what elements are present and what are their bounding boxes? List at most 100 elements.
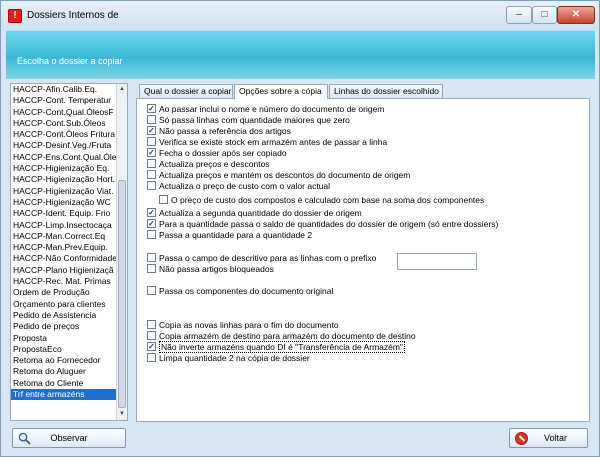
pass-description-prefix-checkbox[interactable]: Passa o campo de descritivo para as linh… bbox=[147, 253, 376, 264]
option-label: Actualiza o preço de custo com o valor a… bbox=[159, 181, 331, 191]
option-label: Não passa a referência dos artigos bbox=[159, 126, 291, 136]
list-scrollbar[interactable]: ▲ ▼ bbox=[116, 84, 127, 420]
list-item[interactable]: Retoma do Cliente bbox=[11, 378, 127, 389]
list-item[interactable]: HACCP-Higienização WC bbox=[11, 197, 127, 208]
list-item[interactable]: Proposta bbox=[11, 333, 127, 344]
list-item[interactable]: HACCP-Cont.Óleos Fritura bbox=[11, 129, 127, 140]
option-label: Passa a quantidade para a quantidade 2 bbox=[159, 230, 313, 240]
checkbox-box[interactable] bbox=[147, 159, 156, 169]
list-item[interactable]: Ordem de Produção bbox=[11, 287, 127, 298]
list-item[interactable]: HACCP-Cont.Qual.ÓleosF bbox=[11, 107, 127, 118]
option-label: O preço de custo dos compostos é calcula… bbox=[171, 195, 485, 205]
magnifier-icon bbox=[18, 432, 31, 445]
checkbox-box[interactable] bbox=[147, 264, 156, 274]
update-second-qty-checkbox[interactable]: ✓ Actualiza a segunda quantidade do dossi… bbox=[147, 208, 362, 219]
composite-cost-checkbox[interactable]: O preço de custo dos compostos é calcula… bbox=[159, 195, 484, 206]
checkbox-box[interactable] bbox=[159, 195, 168, 205]
tab-control: Qual o dossier a copiar Opções sobre a c… bbox=[136, 84, 590, 422]
list-item[interactable]: HACCP-Afin.Calib.Eq. bbox=[11, 84, 127, 95]
option-label: Passa o campo de descritivo para as linh… bbox=[159, 253, 377, 263]
include-origin-name-checkbox[interactable]: ✓ Ao passar inclui o nome e número do doc… bbox=[147, 104, 384, 115]
list-item[interactable]: HACCP-Cont. Temperatur bbox=[11, 95, 127, 106]
pass-components-checkbox[interactable]: Passa os componentes do documento origin… bbox=[147, 286, 333, 297]
list-item[interactable]: Pedido de Assistencia bbox=[11, 310, 127, 321]
checkbox-box[interactable] bbox=[147, 181, 156, 191]
list-item[interactable]: HACCP-Ident. Equip. Frio bbox=[11, 208, 127, 219]
list-item[interactable]: Pedido de preços bbox=[11, 321, 127, 332]
checkbox-box[interactable] bbox=[147, 115, 156, 125]
title-bar[interactable]: ! Dossiers Internos de – □ ✕ bbox=[1, 1, 599, 31]
dossier-copy-window: ! Dossiers Internos de – □ ✕ Escolha o d… bbox=[0, 0, 600, 457]
update-prices-keep-discounts-checkbox[interactable]: Actualiza preços e mantém os descontos d… bbox=[147, 170, 410, 181]
checkmark-icon[interactable]: ✓ bbox=[147, 148, 156, 158]
voltar-button[interactable]: Voltar bbox=[509, 428, 588, 448]
close-button[interactable]: ✕ bbox=[557, 6, 595, 24]
list-item[interactable]: HACCP-Rec. Mat. Primas bbox=[11, 276, 127, 287]
list-item[interactable]: PropostaEco bbox=[11, 344, 127, 355]
checkmark-icon[interactable]: ✓ bbox=[147, 342, 156, 352]
scrollbar-thumb[interactable] bbox=[118, 180, 126, 408]
option-label: Ao passar inclui o nome e número do docu… bbox=[159, 104, 385, 114]
maximize-button[interactable]: □ bbox=[532, 6, 557, 24]
cancel-icon bbox=[515, 432, 528, 445]
list-item[interactable]: Retoma ao Fornecedor bbox=[11, 355, 127, 366]
tab-linhas-dossier[interactable]: Linhas do dossier escolhido bbox=[329, 84, 443, 98]
prefix-input[interactable] bbox=[397, 253, 477, 270]
checkbox-box[interactable] bbox=[147, 286, 156, 296]
list-item[interactable]: HACCP-Limp.Insectocaça bbox=[11, 220, 127, 231]
list-item[interactable]: HACCP-Plano Higienizaçã bbox=[11, 265, 127, 276]
option-label: Para a quantidade passa o saldo de quant… bbox=[159, 219, 499, 229]
list-item[interactable]: HACCP-Desinf.Veg./Fruta bbox=[11, 140, 127, 151]
qty-to-qty2-checkbox[interactable]: Passa a quantidade para a quantidade 2 bbox=[147, 230, 312, 241]
option-label: Limpa quantidade 2 na cópia de dossier bbox=[159, 353, 310, 363]
option-label: Só passa linhas com quantidade maiores q… bbox=[159, 115, 350, 125]
update-prices-checkbox[interactable]: Actualiza preços e descontos bbox=[147, 159, 270, 170]
check-stock-checkbox[interactable]: Verifica se existe stock em armazém ante… bbox=[147, 137, 387, 148]
dossier-list[interactable]: HACCP-Afin.Calib.Eq. HACCP-Cont. Temperat… bbox=[10, 83, 128, 421]
no-reference-checkbox[interactable]: ✓ Não passa a referência dos artigos bbox=[147, 126, 291, 137]
checkmark-icon[interactable]: ✓ bbox=[147, 104, 156, 114]
option-label: Passa os componentes do documento origin… bbox=[159, 286, 334, 296]
checkbox-box[interactable] bbox=[147, 230, 156, 240]
list-item[interactable]: Retoma do Aluguer bbox=[11, 366, 127, 377]
list-item[interactable]: HACCP-Higienização Eq. bbox=[11, 163, 127, 174]
option-label: Não inverte armazéns quando DI é "Transf… bbox=[159, 341, 405, 353]
checkbox-box[interactable] bbox=[147, 170, 156, 180]
dossier-list-items: HACCP-Afin.Calib.Eq. HACCP-Cont. Temperat… bbox=[11, 84, 127, 401]
list-item[interactable]: HACCP-Ens.Cont.Qual.Óle bbox=[11, 152, 127, 163]
scroll-down-icon[interactable]: ▼ bbox=[117, 409, 127, 419]
clear-qty2-checkbox[interactable]: Limpa quantidade 2 na cópia de dossier bbox=[147, 353, 310, 364]
checkbox-box[interactable] bbox=[147, 253, 156, 263]
options-panel: ✓ Ao passar inclui o nome e número do doc… bbox=[136, 98, 590, 422]
list-item[interactable]: Orçamento para clientes bbox=[11, 299, 127, 310]
checkmark-icon[interactable]: ✓ bbox=[147, 208, 156, 218]
list-item[interactable]: HACCP-Cont.Sub.Óleos bbox=[11, 118, 127, 129]
checkmark-icon[interactable]: ✓ bbox=[147, 219, 156, 229]
checkbox-box[interactable] bbox=[147, 320, 156, 330]
observar-button[interactable]: Observar bbox=[12, 428, 126, 448]
tab-qual-dossier[interactable]: Qual o dossier a copiar bbox=[139, 84, 233, 98]
list-item[interactable]: HACCP-Man.Prev.Equip. bbox=[11, 242, 127, 253]
close-dossier-checkbox[interactable]: ✓ Fecha o dossier após ser copiado bbox=[147, 148, 287, 159]
option-label: Copia as novas linhas para o fim do docu… bbox=[159, 320, 339, 330]
copy-lines-to-end-checkbox[interactable]: Copia as novas linhas para o fim do docu… bbox=[147, 320, 339, 331]
skip-blocked-items-checkbox[interactable]: Não passa artigos bloqueados bbox=[147, 264, 274, 275]
list-item[interactable]: Trf entre armazéns bbox=[11, 389, 127, 401]
checkbox-box[interactable] bbox=[147, 137, 156, 147]
option-label: Copia armazém de destino para armazém do… bbox=[159, 331, 416, 341]
minimize-button[interactable]: – bbox=[506, 6, 532, 24]
tab-opcoes-copia[interactable]: Opções sobre a cópia bbox=[234, 84, 328, 99]
option-label: Actualiza a segunda quantidade do dossie… bbox=[159, 208, 362, 218]
checkmark-icon[interactable]: ✓ bbox=[147, 126, 156, 136]
list-item[interactable]: HACCP-Higienização Viat. bbox=[11, 186, 127, 197]
no-invert-warehouses-checkbox[interactable]: ✓ Não inverte armazéns quando DI é "Trans… bbox=[147, 341, 405, 353]
list-item[interactable]: HACCP-Man.Correct.Eq bbox=[11, 231, 127, 242]
list-item[interactable]: HACCP-Não Conformidade bbox=[11, 253, 127, 264]
checkbox-box[interactable] bbox=[147, 353, 156, 363]
checkbox-box[interactable] bbox=[147, 331, 156, 341]
only-positive-qty-checkbox[interactable]: Só passa linhas com quantidade maiores q… bbox=[147, 115, 350, 126]
update-cost-price-checkbox[interactable]: Actualiza o preço de custo com o valor a… bbox=[147, 181, 330, 192]
scroll-up-icon[interactable]: ▲ bbox=[117, 84, 127, 94]
pass-balance-qty-checkbox[interactable]: ✓ Para a quantidade passa o saldo de quan… bbox=[147, 219, 498, 230]
list-item[interactable]: HACCP-Higienização Hort. bbox=[11, 174, 127, 185]
